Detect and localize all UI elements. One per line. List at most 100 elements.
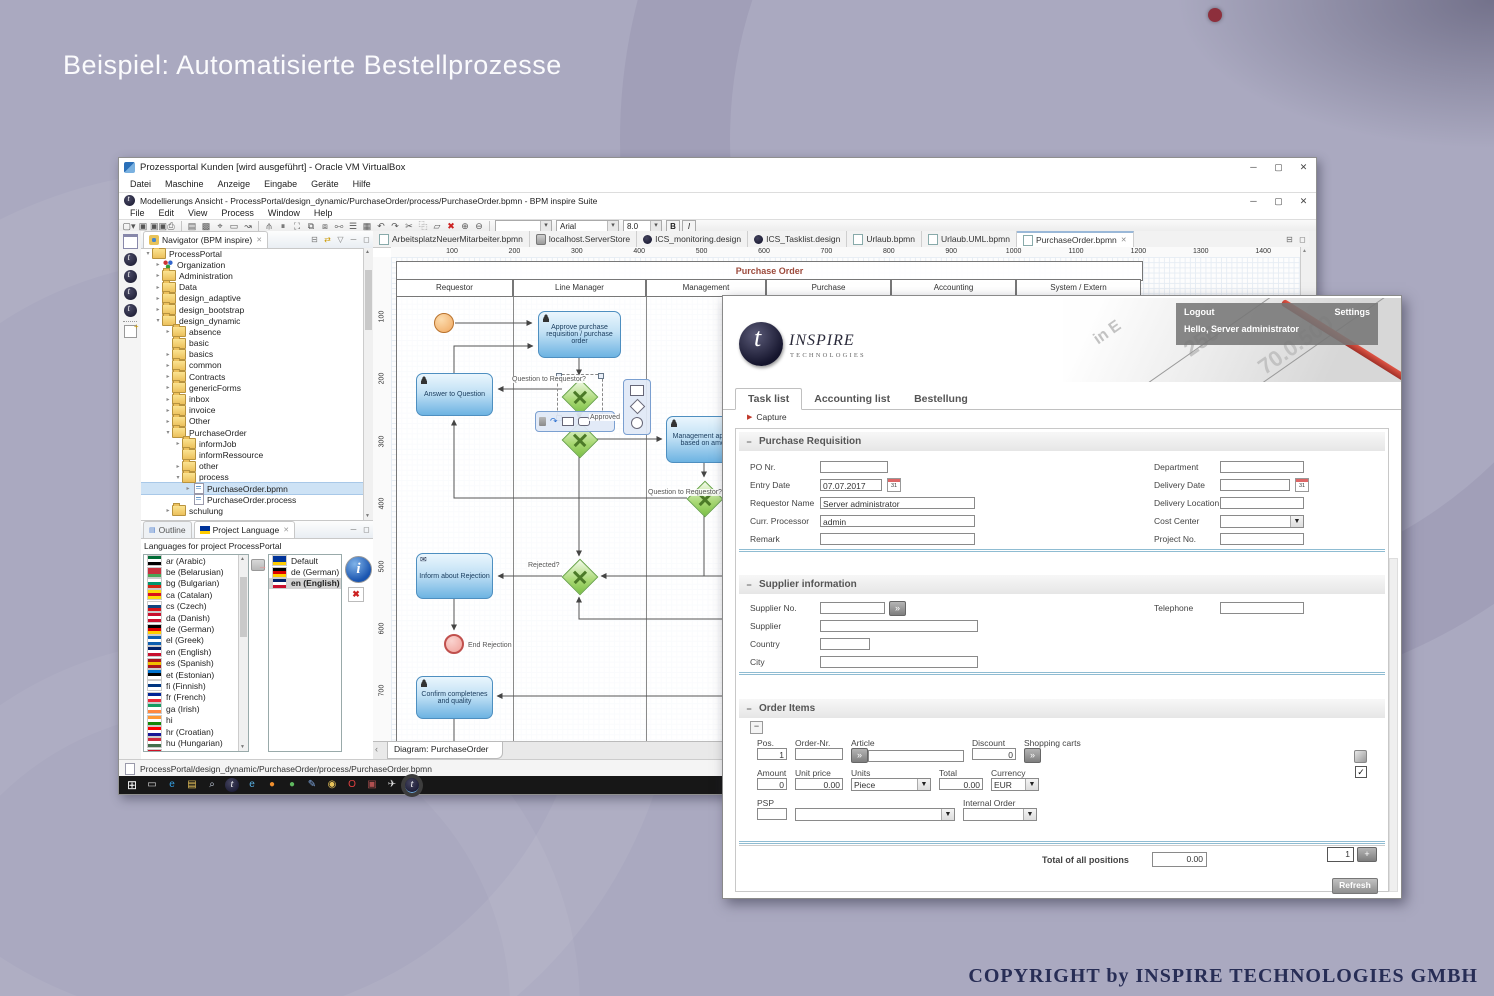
language-item-es-spanish[interactable]: es (Spanish): [144, 657, 248, 669]
language-item-hu-hungarian[interactable]: hu (Hungarian): [144, 737, 248, 749]
tree-item-processportal[interactable]: ▾ ProcessPortal: [141, 248, 373, 260]
form-tab-accounting-list[interactable]: Accounting list: [802, 389, 902, 409]
language-item-de-german[interactable]: de (German): [144, 623, 248, 635]
tab-navigator[interactable]: Navigator (BPM inspire) ✕: [143, 231, 269, 248]
file-explorer-icon[interactable]: ▤: [185, 778, 199, 792]
section-header-purchase-requisition[interactable]: − Purchase Requisition: [739, 432, 1385, 453]
navigator-scrollbar[interactable]: [363, 248, 373, 520]
rectangle-icon[interactable]: [561, 417, 574, 426]
language-item-ca-catalan[interactable]: ca (Catalan): [144, 589, 248, 601]
unit-price-field[interactable]: 0.00: [795, 778, 843, 790]
requestor-name-field[interactable]: Server administrator: [820, 497, 975, 509]
menu-item-eingabe[interactable]: Eingabe: [257, 177, 304, 192]
inspire-icon[interactable]: t: [225, 778, 239, 792]
language-item-bg-bulgarian[interactable]: bg (Bulgarian): [144, 577, 248, 589]
section-header-supplier[interactable]: − Supplier information: [739, 575, 1385, 596]
annotation-icon[interactable]: [630, 384, 644, 396]
collapse-arrow-icon[interactable]: ▾: [144, 250, 152, 257]
add-position-button[interactable]: +: [1357, 847, 1377, 862]
collapse-arrow-icon[interactable]: ▾: [154, 317, 162, 324]
add-language-button[interactable]: →: [251, 559, 267, 571]
expand-arrow-icon[interactable]: ▸: [154, 284, 162, 291]
order-nr-field[interactable]: [795, 748, 843, 760]
tree-item-schulung[interactable]: ▸ schulung: [141, 503, 373, 517]
tab-outline[interactable]: ▤ Outline: [143, 521, 192, 538]
tree-item-other[interactable]: ▸ other: [141, 458, 373, 472]
editor-tab-ics-monitoring-design[interactable]: ICS_monitoring.design: [637, 231, 749, 247]
chrome-icon[interactable]: ◉: [325, 778, 339, 792]
collapse-arrow-icon[interactable]: ▾: [164, 429, 172, 436]
tree-item-design-adaptive[interactable]: ▸ design_adaptive: [141, 290, 373, 304]
tree-item-informjob[interactable]: ▸ informJob: [141, 436, 373, 450]
editor-tab-urlaub-uml-bpmn[interactable]: Urlaub.UML.bpmn: [921, 231, 1017, 247]
editor-tab-purchaseorder-bpmn[interactable]: PurchaseOrder.bpmn ✕: [1016, 231, 1134, 247]
scroll-left-icon[interactable]: ‹: [375, 744, 378, 754]
expand-arrow-icon[interactable]: ▸: [164, 507, 172, 514]
task-confirm-completenes-and-quality[interactable]: Confirm completenes and quality: [416, 676, 493, 719]
calendar-icon[interactable]: 31: [887, 478, 901, 492]
expand-arrow-icon[interactable]: ▸: [154, 261, 162, 268]
expand-arrow-icon[interactable]: ▸: [154, 272, 162, 279]
remove-language-button[interactable]: ✖: [348, 587, 364, 602]
logout-link[interactable]: Logout: [1184, 307, 1215, 317]
delete-icon[interactable]: [539, 417, 546, 426]
scrollbar-thumb[interactable]: [365, 270, 372, 330]
calendar-icon[interactable]: 31: [1295, 478, 1309, 492]
language-item-be-belarusian[interactable]: be (Belarusian): [144, 566, 248, 578]
bpm-perspective-icon[interactable]: [123, 252, 137, 266]
delivery-date-field[interactable]: [1220, 479, 1290, 491]
language-item-default[interactable]: Default: [269, 555, 341, 567]
collapse-position-icon[interactable]: −: [750, 721, 763, 734]
language-item-en-english[interactable]: en (English): [144, 646, 248, 658]
minimize-view-icon[interactable]: ─: [347, 525, 360, 534]
language-item-de-german[interactable]: de (German): [269, 566, 341, 578]
language-item-ga-irish[interactable]: ga (Irish): [144, 703, 248, 715]
new-perspective-icon[interactable]: [123, 322, 139, 338]
available-languages-list[interactable]: ar (Arabic)be (Belarusian)bg (Bulgarian)…: [143, 554, 249, 752]
maximize-icon[interactable]: ▢: [1266, 160, 1291, 174]
designer-icon[interactable]: ✎: [305, 778, 319, 792]
expand-arrow-icon[interactable]: ▸: [164, 384, 172, 391]
rounded-rectangle-icon[interactable]: [577, 417, 590, 426]
diagram-tab[interactable]: Diagram: PurchaseOrder: [387, 742, 504, 759]
delivery-location-field[interactable]: [1220, 497, 1304, 509]
bpm-perspective-icon[interactable]: [123, 286, 137, 300]
tree-item-organization[interactable]: ▸ Organization: [141, 259, 373, 270]
minimize-icon[interactable]: ─: [1241, 194, 1266, 208]
close-icon[interactable]: ✕: [1291, 194, 1316, 208]
tree-item-design-bootstrap[interactable]: ▸ design_bootstrap: [141, 302, 373, 316]
opera-icon[interactable]: O: [345, 778, 359, 792]
task-answer-to-question[interactable]: Answer to Question: [416, 373, 493, 416]
department-field[interactable]: [1220, 461, 1304, 473]
expand-arrow-icon[interactable]: ▸: [164, 373, 172, 380]
expand-arrow-icon[interactable]: ▸: [164, 328, 172, 335]
tree-item-informressource[interactable]: informRessource: [141, 447, 373, 461]
amount-field[interactable]: 0: [757, 778, 787, 790]
collapse-icon[interactable]: −: [739, 704, 759, 714]
form-scrollbar[interactable]: [1389, 558, 1398, 892]
remark-field[interactable]: [820, 533, 975, 545]
tree-item-administration[interactable]: ▸ Administration: [141, 268, 373, 282]
tab-project-language[interactable]: Project Language ✕: [193, 521, 296, 538]
telephone-field[interactable]: [1220, 602, 1304, 614]
media-icon[interactable]: ▣: [365, 778, 379, 792]
cost-center-select[interactable]: ▼: [1220, 514, 1304, 528]
collapse-all-icon[interactable]: ⊟: [308, 235, 321, 244]
view-menu-icon[interactable]: ▽: [334, 235, 347, 244]
language-item-en-english[interactable]: en (English): [269, 577, 341, 590]
selected-languages-list[interactable]: Default de (German) en (English): [268, 554, 342, 752]
start-icon[interactable]: ⊞: [125, 778, 139, 792]
minimize-view-icon[interactable]: ⊟: [1283, 235, 1296, 244]
collapse-icon[interactable]: −: [739, 437, 759, 447]
expand-arrow-icon[interactable]: ▸: [184, 485, 192, 492]
editor-tab-urlaub-bpmn[interactable]: Urlaub.bpmn: [847, 231, 922, 247]
psp-field[interactable]: [757, 808, 787, 820]
virtualbox-titlebar[interactable]: Prozessportal Kunden [wird ausgeführt] -…: [119, 158, 1316, 177]
task-inform-about-rejection[interactable]: ✉ Inform about Rejection: [416, 553, 493, 599]
tree-item-purchaseorder[interactable]: ▾ PurchaseOrder: [141, 425, 373, 439]
maximize-view-icon[interactable]: ◻: [1296, 235, 1309, 244]
refresh-button[interactable]: Refresh: [1332, 878, 1378, 894]
openoffice-icon[interactable]: ●: [285, 778, 299, 792]
edge-icon[interactable]: e: [165, 778, 179, 792]
task-view-icon[interactable]: ▭: [145, 778, 159, 792]
